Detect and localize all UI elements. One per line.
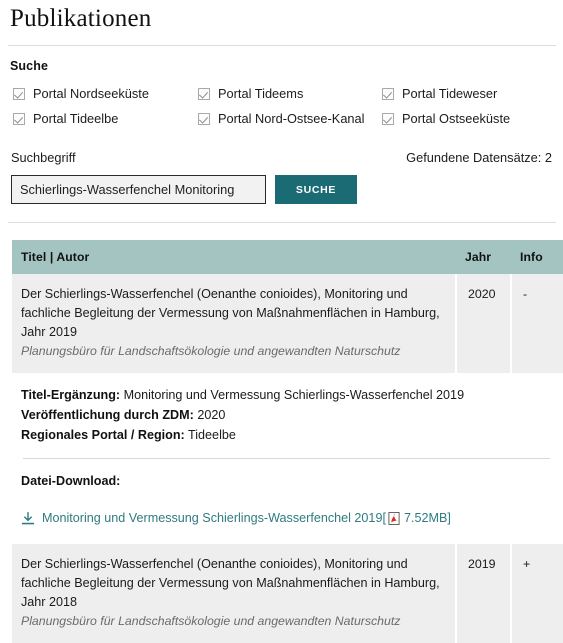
detail-region-value: Tideelbe [188,428,236,442]
portal-checkbox-label: Portal Tideelbe [33,111,119,126]
detail-subtitle: Titel-Ergänzung: Monitoring und Vermessu… [21,385,552,405]
publications-page: Publikationen Suche Portal Nordseeküste … [0,0,563,643]
search-form: SUCHE [7,165,557,204]
publication-title: Der Schierlings-Wasserfenchel (Oenanthe … [21,557,440,609]
portal-checkbox-label: Portal Ostseeküste [402,111,511,126]
cell-year: 2019 [455,544,511,643]
cell-title: Der Schierlings-Wasserfenchel (Oenanthe … [12,274,456,373]
portal-checkbox-nord-ostsee-kanal[interactable]: Portal Nord-Ostsee-Kanal [198,112,382,126]
table-row[interactable]: Der Schierlings-Wasserfenchel (Oenanthe … [12,274,563,373]
portal-checkbox-label: Portal Tideweser [402,86,498,101]
download-file-link[interactable]: Monitoring und Vermessung Schierlings-Wa… [42,509,382,528]
search-input[interactable] [11,175,266,204]
detail-panel-row: Titel-Ergänzung: Monitoring und Vermessu… [12,373,563,544]
download-icon [21,511,35,524]
publications-table: Titel | Autor Jahr Info Der Schierlings-… [12,240,563,643]
page-title: Publikationen [10,5,152,32]
search-term-header: Suchbegriff Gefundene Datensätze: 2 [7,126,557,165]
checkbox-icon[interactable] [382,88,394,100]
detail-published: Veröffentlichung durch ZDM: 2020 [21,405,552,425]
cell-year: 2020 [455,274,511,373]
detail-published-label: Veröffentlichung durch ZDM: [21,408,194,422]
cell-title: Der Schierlings-Wasserfenchel (Oenanthe … [12,544,456,643]
portal-checkbox-tideweser[interactable]: Portal Tideweser [382,87,557,101]
info-toggle-collapse[interactable]: - [510,274,563,373]
info-toggle-expand[interactable]: + [510,544,563,643]
table-header-row: Titel | Autor Jahr Info [12,240,563,274]
detail-region-label: Regionales Portal / Region: [21,428,185,442]
search-divider [8,222,556,223]
portal-checkbox-label: Portal Nordseeküste [33,86,149,101]
portal-checkbox-nordseekueste[interactable]: Portal Nordseeküste [13,87,198,101]
search-submit-button[interactable]: SUCHE [275,175,357,204]
checkbox-icon[interactable] [198,88,210,100]
portal-checkbox-tideelbe[interactable]: Portal Tideelbe [13,112,198,126]
portal-filter-group: Portal Nordseeküste Portal Tideems Porta… [7,73,557,126]
pdf-icon [388,512,400,525]
download-section-label: Datei-Download: [21,474,121,488]
publication-title: Der Schierlings-Wasserfenchel (Oenanthe … [21,287,440,339]
results-count: Gefundene Datensätze: 2 [406,150,552,165]
column-header-info: Info [511,240,563,274]
download-row: Monitoring und Vermessung Schierlings-Wa… [21,491,552,528]
column-header-title: Titel | Autor [12,240,456,274]
portal-checkbox-label: Portal Nord-Ostsee-Kanal [218,111,365,126]
portal-checkbox-label: Portal Tideems [218,86,304,101]
portal-checkbox-ostseekueste[interactable]: Portal Ostseeküste [382,112,557,126]
portal-checkbox-tideems[interactable]: Portal Tideems [198,87,382,101]
publication-author: Planungsbüro für Landschaftsökologie und… [21,344,401,358]
detail-subtitle-label: Titel-Ergänzung: [21,388,121,402]
checkbox-icon[interactable] [198,113,210,125]
bracket-open: [ [382,511,386,525]
publication-author: Planungsbüro für Landschaftsökologie und… [21,614,401,628]
checkbox-icon[interactable] [13,88,25,100]
table-row[interactable]: Der Schierlings-Wasserfenchel (Oenanthe … [12,544,563,643]
detail-region: Regionales Portal / Region: Tideelbe [21,425,552,445]
search-term-label: Suchbegriff [11,150,76,165]
detail-subtitle-value: Monitoring und Vermessung Schierlings-Wa… [123,388,465,402]
file-size: 7.52MB] [403,511,451,525]
detail-published-value: 2020 [197,408,226,422]
detail-panel: Titel-Ergänzung: Monitoring und Vermessu… [12,373,563,544]
checkbox-icon[interactable] [382,113,394,125]
column-header-year: Jahr [456,240,511,274]
download-file-meta: [ 7.52MB] [382,509,451,528]
checkbox-icon[interactable] [13,113,25,125]
search-section-label: Suche [10,59,49,73]
